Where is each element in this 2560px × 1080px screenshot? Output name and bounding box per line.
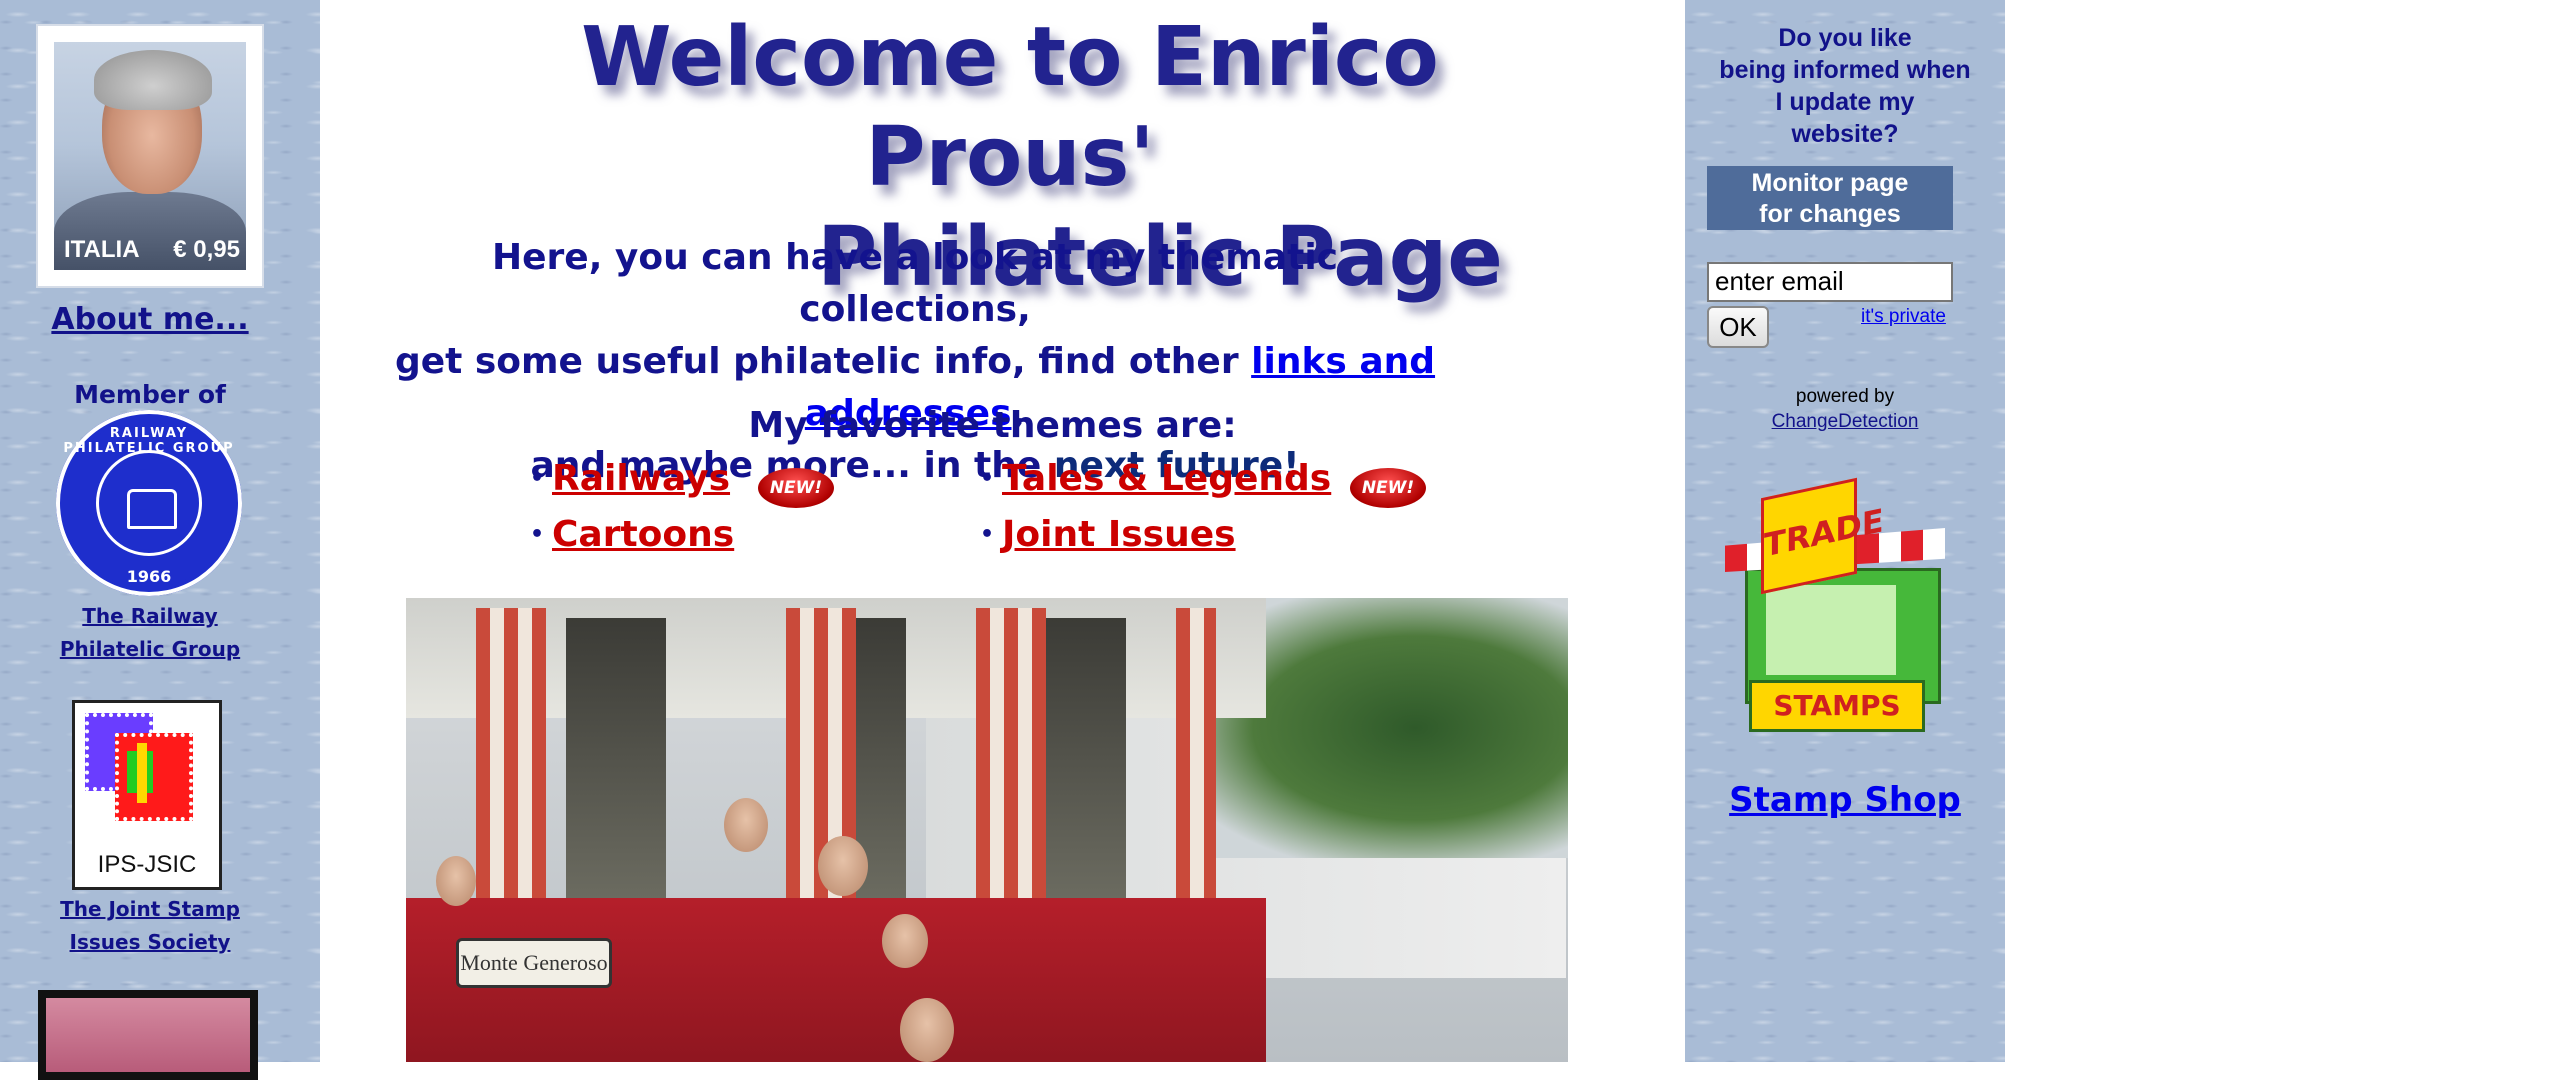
email-input[interactable]: enter email [1707,262,1953,302]
rpg-link-line1: The Railway [82,604,218,628]
monitor-page-button[interactable]: Monitor page for changes [1707,166,1953,230]
ips-link-line1: The Joint Stamp [60,897,240,921]
notify-line1: Do you like [1778,24,1912,52]
ips-jsic-logo[interactable]: IPS-JSIC [72,700,222,890]
bullet-icon: • [980,522,995,547]
theme-joint-issues-link[interactable]: Joint Issues [1002,514,1236,555]
intro-line1: Here, you can have a look at my thematic… [491,237,1339,330]
theme-railways-link[interactable]: Railways [552,458,730,499]
portrait-image: ITALIA € 0,95 [54,42,246,270]
its-private-link[interactable]: it's private [1861,306,1946,328]
trade-sign: TRADE [1761,477,1884,595]
left-sidebar: ITALIA € 0,95 About me... Member of RAIL… [0,0,320,1080]
theme-tales-legends-link[interactable]: Tales & Legends [1002,458,1331,499]
notify-line4: website? [1791,120,1899,148]
stamp-shop-link[interactable]: Stamp Shop [1685,780,2005,820]
member-of-label: Member of [74,380,226,409]
ips-logo-text: IPS-JSIC [97,851,197,878]
ok-button[interactable]: OK [1707,306,1769,348]
trade-stamps-image[interactable]: TRADE STAMPS [1725,477,1945,732]
locomotive-icon [127,489,177,529]
blank-area [2005,0,2560,1062]
bullet-icon: • [980,466,995,491]
powered-by-label: powered by [1795,386,1895,407]
tram-photo: Monte Generoso [406,598,1568,1062]
railway-philatelic-group-logo[interactable]: RAILWAY PHILATELIC GROUP 1966 [56,410,242,596]
portrait-stamp[interactable]: ITALIA € 0,95 [38,26,262,286]
intro-line2-pre: get some useful philatelic info, find ot… [394,341,1252,382]
stamp-country: ITALIA [64,236,140,263]
main-content: Welcome to Enrico Prous' Philatelic Page… [320,0,1685,1062]
monitor-line2: for changes [1759,200,1901,228]
bullet-icon: • [530,522,545,547]
rpg-year: 1966 [126,567,172,586]
rpg-link-line2: Philatelic Group [59,637,241,661]
monte-generoso-sign: Monte Generoso [456,938,612,988]
powered-by: powered by ChangeDetection [1685,384,2005,434]
title-line1: Welcome to Enrico Prous' [581,10,1439,205]
railway-philatelic-group-link[interactable]: The Railway Philatelic Group [0,600,300,666]
notify-question: Do you like being informed when I update… [1685,22,2005,150]
stamps-sign: STAMPS [1749,680,1925,732]
favorite-themes-label: My favorite themes are: [748,405,1237,446]
bullet-icon: • [530,466,545,491]
notify-line2: being informed when [1719,56,1971,84]
intro-text: Here, you can have a look at my thematic… [380,232,1450,492]
notify-line3: I update my [1775,88,1915,116]
joint-stamp-issues-society-link[interactable]: The Joint Stamp Issues Society [0,893,300,959]
bottom-stamp-image[interactable] [38,990,258,1080]
ips-link-line2: Issues Society [69,930,231,954]
monitor-line1: Monitor page [1751,169,1909,197]
new-badge: NEW! [1350,468,1426,508]
theme-cartoons-link[interactable]: Cartoons [552,514,734,555]
stamp-value: € 0,95 [173,236,240,263]
new-badge: NEW! [758,468,834,508]
change-detection-link[interactable]: ChangeDetection [1772,411,1919,432]
about-me-link[interactable]: About me... [0,302,300,337]
right-sidebar: Do you like being informed when I update… [1685,0,2005,1062]
